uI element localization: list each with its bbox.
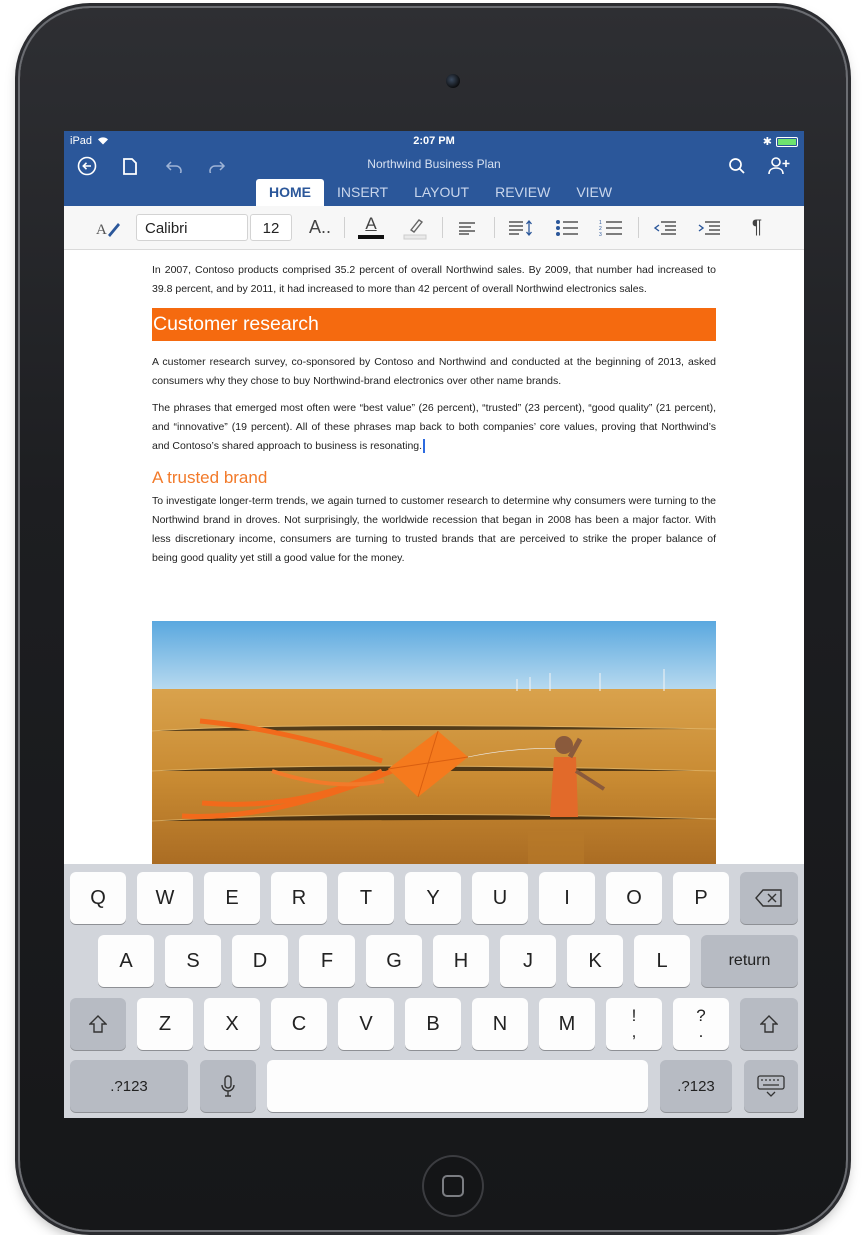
status-time: 2:07 PM: [413, 135, 455, 147]
key-exclaim-comma[interactable]: ! ,: [606, 998, 662, 1050]
keyboard-dismiss-icon: [757, 1075, 785, 1097]
key-k[interactable]: K: [567, 935, 623, 987]
text-cursor: [423, 439, 426, 454]
space-bar[interactable]: [267, 1060, 648, 1112]
decrease-indent-icon[interactable]: [648, 206, 682, 249]
tab-view[interactable]: VIEW: [563, 179, 625, 206]
numbers-key-left[interactable]: .?123: [70, 1060, 188, 1112]
document-body[interactable]: In 2007, Contoso products comprised 35.2…: [152, 249, 716, 568]
paragraph-4: To investigate longer-term trends, we ag…: [152, 495, 716, 564]
paragraph-3: The phrases that emerged most often were…: [152, 399, 716, 456]
key-v[interactable]: V: [338, 998, 394, 1050]
key-x[interactable]: X: [204, 998, 260, 1050]
title-bar: iPad 2:07 PM ✱ Northwind Business Plan H…: [64, 131, 804, 206]
paragraph-1: In 2007, Contoso products comprised 35.2…: [152, 264, 716, 295]
status-indicators: ✱: [763, 135, 798, 148]
key-n[interactable]: N: [472, 998, 528, 1050]
key-s[interactable]: S: [165, 935, 221, 987]
key-q[interactable]: Q: [70, 872, 126, 924]
key-u[interactable]: U: [472, 872, 528, 924]
hide-keyboard-key[interactable]: [744, 1060, 798, 1112]
microphone-icon: [221, 1075, 235, 1097]
key-a[interactable]: A: [98, 935, 154, 987]
svg-text:3: 3: [599, 232, 602, 237]
paragraph-2: A customer research survey, co-sponsored…: [152, 356, 716, 387]
font-name-box[interactable]: Calibri: [136, 214, 248, 241]
key-g[interactable]: G: [366, 935, 422, 987]
numbers-key-right[interactable]: .?123: [660, 1060, 732, 1112]
numbering-icon[interactable]: 123: [594, 206, 628, 249]
shift-icon: [89, 1015, 107, 1033]
onscreen-keyboard: Q W E R T Y U I O P A S D F G H J K L re…: [64, 864, 804, 1118]
tab-home[interactable]: HOME: [256, 179, 324, 206]
ribbon-tabs: HOME INSERT LAYOUT REVIEW VIEW: [256, 179, 625, 206]
backspace-icon: [755, 889, 782, 907]
increase-indent-icon[interactable]: [692, 206, 726, 249]
home-ribbon: A Calibri 12 A.. A 123 ¶: [64, 206, 804, 250]
font-color-swatch: [358, 235, 384, 239]
redo-icon[interactable]: [204, 153, 230, 179]
key-t[interactable]: T: [338, 872, 394, 924]
tab-layout[interactable]: LAYOUT: [401, 179, 482, 206]
key-b[interactable]: B: [405, 998, 461, 1050]
shift-key-left[interactable]: [70, 998, 126, 1050]
highlight-icon[interactable]: [398, 206, 432, 249]
key-c[interactable]: C: [271, 998, 327, 1050]
bluetooth-icon: ✱: [762, 136, 772, 148]
file-icon[interactable]: [117, 153, 143, 179]
key-r[interactable]: R: [271, 872, 327, 924]
key-m[interactable]: M: [539, 998, 595, 1050]
search-icon[interactable]: [724, 153, 750, 179]
key-f[interactable]: F: [299, 935, 355, 987]
key-question-period[interactable]: ? .: [673, 998, 729, 1050]
tab-review[interactable]: REVIEW: [482, 179, 563, 206]
delete-key[interactable]: [740, 872, 798, 924]
bullets-icon[interactable]: [550, 206, 584, 249]
svg-text:A: A: [96, 222, 107, 238]
key-z[interactable]: Z: [137, 998, 193, 1050]
dictation-key[interactable]: [200, 1060, 256, 1112]
back-icon[interactable]: [74, 153, 100, 179]
show-paragraph-marks-button[interactable]: ¶: [742, 206, 772, 249]
more-font-formatting-button[interactable]: A..: [302, 206, 338, 249]
key-i[interactable]: I: [539, 872, 595, 924]
front-camera: [446, 74, 460, 88]
heading-customer-research: Customer research: [152, 308, 716, 341]
key-h[interactable]: H: [433, 935, 489, 987]
shift-key-right[interactable]: [740, 998, 798, 1050]
key-y[interactable]: Y: [405, 872, 461, 924]
undo-icon[interactable]: [161, 153, 187, 179]
photo-illustration: [152, 621, 716, 871]
key-w[interactable]: W: [137, 872, 193, 924]
font-size-box[interactable]: 12: [250, 214, 292, 241]
align-left-icon[interactable]: [452, 206, 482, 249]
heading-trusted-brand: A trusted brand: [152, 468, 268, 487]
key-l[interactable]: L: [634, 935, 690, 987]
text-styles-icon[interactable]: A: [92, 206, 126, 249]
screen: iPad 2:07 PM ✱ Northwind Business Plan H…: [64, 131, 804, 1118]
key-e[interactable]: E: [204, 872, 260, 924]
return-key[interactable]: return: [701, 935, 798, 987]
font-color-button[interactable]: A: [354, 206, 388, 249]
share-person-icon[interactable]: [766, 153, 792, 179]
key-p[interactable]: P: [673, 872, 729, 924]
shift-icon: [760, 1015, 778, 1033]
line-spacing-icon[interactable]: [504, 206, 538, 249]
paragraph-3-text: The phrases that emerged most often were…: [152, 402, 716, 452]
font-color-letter: A: [365, 214, 377, 233]
key-j[interactable]: J: [500, 935, 556, 987]
key-o[interactable]: O: [606, 872, 662, 924]
kite-field-photo[interactable]: [152, 621, 716, 871]
home-button[interactable]: [422, 1155, 484, 1217]
key-d[interactable]: D: [232, 935, 288, 987]
tab-insert[interactable]: INSERT: [324, 179, 401, 206]
battery-icon: [776, 136, 798, 147]
